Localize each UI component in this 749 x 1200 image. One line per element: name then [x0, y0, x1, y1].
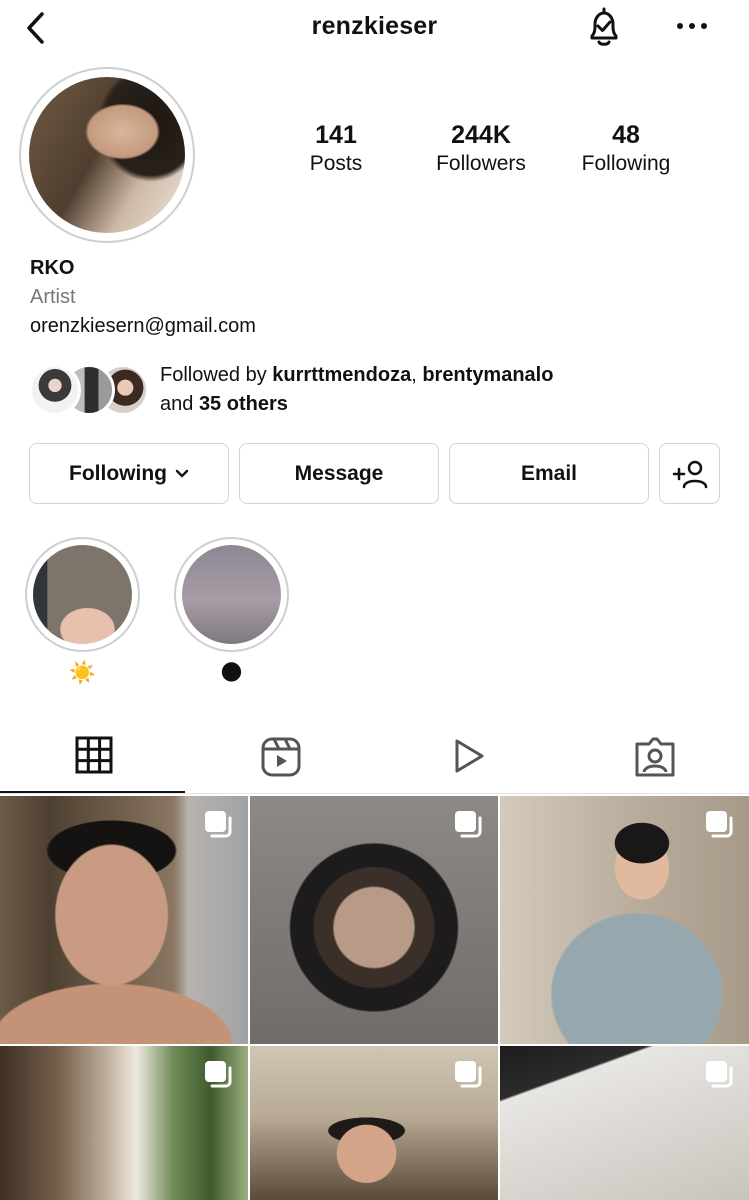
following-count: 48 — [612, 121, 640, 149]
email-button[interactable]: Email — [449, 443, 649, 504]
tab-grid[interactable] — [0, 730, 187, 792]
post-tile[interactable] — [0, 1046, 248, 1200]
mutual-user-2[interactable]: brentymanalo — [422, 364, 553, 386]
multiple-posts-icon — [706, 1061, 733, 1088]
avatar-photo — [29, 77, 185, 233]
following-button-label: Following — [69, 461, 167, 485]
multiple-posts-icon — [455, 811, 482, 838]
profile-display-name: RKO — [30, 257, 75, 279]
tab-videos[interactable] — [374, 730, 561, 792]
profile-avatar[interactable] — [19, 67, 195, 243]
multiple-posts-icon — [455, 1061, 482, 1088]
posts-stat[interactable]: 141 Posts — [266, 120, 406, 178]
multiple-posts-icon — [205, 811, 232, 838]
post-tile[interactable] — [250, 796, 498, 1044]
posts-label: Posts — [309, 152, 363, 175]
story-highlight[interactable] — [25, 537, 140, 652]
story-highlight[interactable] — [174, 537, 289, 652]
tagged-icon — [635, 737, 674, 777]
followers-label: Followers — [436, 152, 526, 175]
profile-username: renzkieser — [311, 12, 438, 40]
followed-by-and: and — [160, 393, 194, 415]
add-user-icon — [672, 460, 707, 488]
grid-icon — [75, 736, 112, 774]
mutual-user-1[interactable]: kurrttmendoza — [272, 364, 411, 386]
message-button[interactable]: Message — [239, 443, 439, 504]
post-tile[interactable] — [250, 1046, 498, 1200]
bell-check-icon[interactable] — [584, 6, 624, 48]
message-button-label: Message — [294, 461, 384, 485]
tab-tagged[interactable] — [561, 730, 748, 792]
email-button-label: Email — [520, 461, 578, 485]
top-bar: renzkieser — [0, 0, 749, 56]
post-tile[interactable] — [500, 1046, 749, 1200]
post-tile[interactable] — [500, 796, 749, 1044]
posts-count: 141 — [315, 121, 357, 149]
play-icon — [455, 739, 483, 773]
highlight-cover — [33, 545, 132, 644]
mutual-avatar[interactable] — [29, 364, 81, 416]
following-stat[interactable]: 48 Following — [556, 120, 696, 178]
chevron-down-icon — [175, 469, 189, 477]
multiple-posts-icon — [706, 811, 733, 838]
reels-icon — [261, 737, 300, 777]
followers-stat[interactable]: 244K Followers — [411, 120, 551, 178]
followed-by-prefix: Followed by — [160, 364, 267, 386]
highlight-label: 🌑 — [220, 660, 243, 685]
tab-reels[interactable] — [187, 730, 374, 792]
following-label: Following — [581, 152, 671, 175]
highlight-cover — [182, 545, 281, 644]
followed-by-line-1[interactable]: Followed by kurrttmendoza, brentymanalo — [160, 364, 553, 387]
suggest-users-button[interactable] — [659, 443, 720, 504]
followed-by-line-2[interactable]: and 35 others — [160, 393, 288, 416]
following-button[interactable]: Following — [29, 443, 229, 504]
multiple-posts-icon — [205, 1061, 232, 1088]
highlight-label: ☀️ — [68, 660, 97, 685]
followers-count: 244K — [451, 121, 511, 149]
followed-by-others[interactable]: 35 others — [199, 393, 288, 415]
post-tile[interactable] — [0, 796, 248, 1044]
tab-divider — [0, 793, 749, 794]
more-horizontal-icon[interactable] — [672, 10, 712, 42]
profile-category: Artist — [30, 286, 76, 308]
profile-email-text[interactable]: orenzkiesern@gmail.com — [30, 315, 256, 338]
followed-by-comma: , — [411, 364, 417, 386]
